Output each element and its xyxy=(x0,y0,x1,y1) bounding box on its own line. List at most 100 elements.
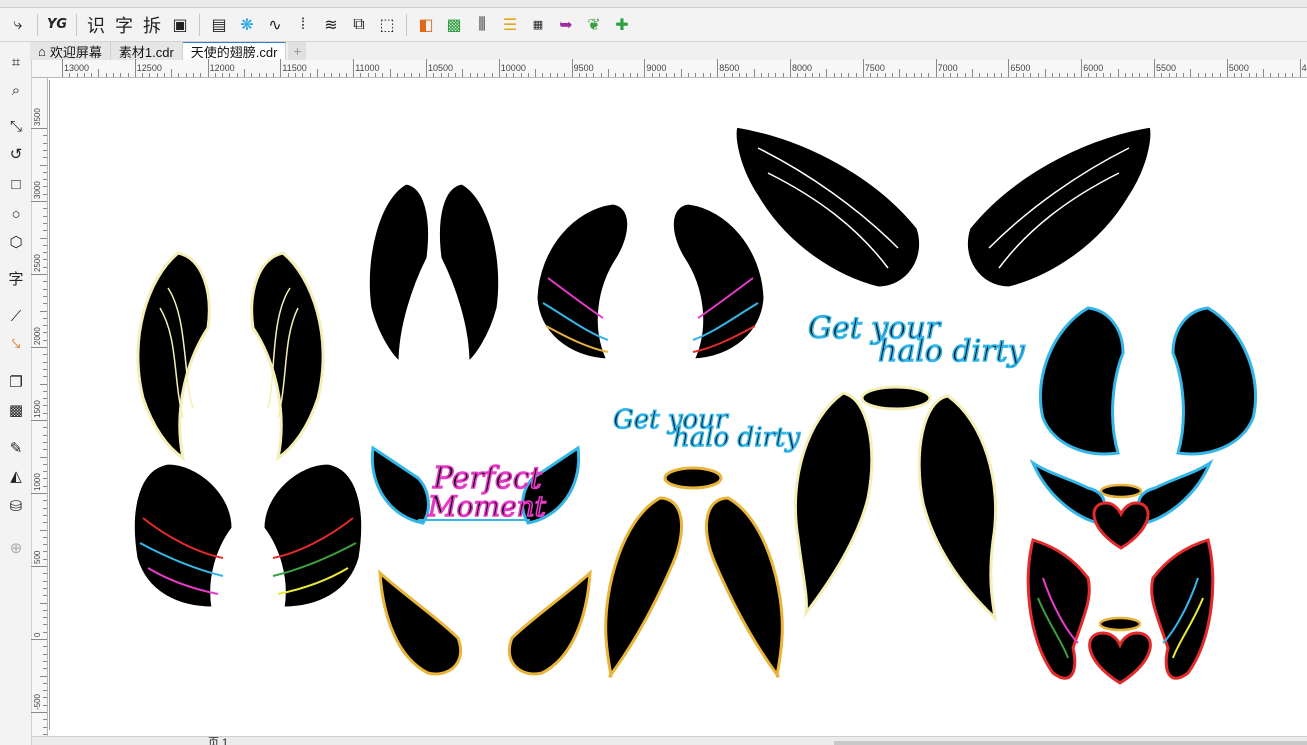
tab-material1[interactable]: 素材1.cdr xyxy=(110,42,183,60)
ruler-minor-tick xyxy=(40,456,47,458)
ruler-major-tick xyxy=(1154,59,1155,77)
shadow-tool-icon[interactable]: ❐ xyxy=(4,370,28,394)
ruler-label: 11000 xyxy=(355,63,380,73)
recognize-text-button[interactable]: 识 xyxy=(82,11,110,39)
halo-text-line2: halo dirty xyxy=(878,334,1026,369)
transparency-tool-icon[interactable]: ▩ xyxy=(4,398,28,422)
ruler-minor-tick xyxy=(120,73,122,77)
dots-grid-icon[interactable]: ▦ xyxy=(524,11,552,39)
ruler-minor-tick xyxy=(877,73,879,77)
ruler-label: 11500 xyxy=(282,63,307,73)
connector-tool-icon[interactable]: ⤥ xyxy=(4,332,28,356)
vertical-ruler[interactable]: 3500 3000 2500 2000 1500 1000 500 0 -500 xyxy=(31,78,48,745)
ruler-minor-tick xyxy=(43,449,47,451)
list-icon[interactable]: ☰ xyxy=(496,11,524,39)
page-tab[interactable]: 页 1 xyxy=(208,734,228,745)
ruler-minor-tick xyxy=(43,295,47,297)
horizontal-ruler[interactable]: 13000 12500 12000 11500 11000 10500 10000 9500 9… xyxy=(32,59,1307,78)
ruler-minor-tick xyxy=(1168,73,1170,77)
ruler-minor-tick xyxy=(43,704,47,706)
selection-box-icon[interactable]: ⬚ xyxy=(373,11,401,39)
align-nodes-icon[interactable]: ⁞ xyxy=(289,11,317,39)
split-button[interactable]: 拆 xyxy=(138,11,166,39)
color-blocks-icon[interactable]: ◧ xyxy=(412,11,440,39)
arrange-icon[interactable]: ⧉ xyxy=(345,11,373,39)
smart-fill-tool-icon[interactable]: ⛁ xyxy=(4,494,28,518)
ruler-minor-tick xyxy=(43,332,47,334)
ruler-minor-tick xyxy=(222,73,224,77)
curve-tool-icon[interactable]: ∿ xyxy=(261,11,289,39)
text-tool-icon[interactable]: 字 xyxy=(4,266,28,290)
toolbar-separator xyxy=(406,13,407,36)
bezier-tool-icon[interactable]: ⤡ xyxy=(4,114,28,138)
ruler-minor-tick xyxy=(43,186,47,188)
rainbow-wings-bottom-left xyxy=(131,461,365,610)
ruler-minor-tick xyxy=(1103,73,1105,77)
ruler-minor-tick xyxy=(688,73,690,77)
clipboard-icon[interactable]: ▣ xyxy=(166,11,194,39)
ruler-minor-tick xyxy=(1139,73,1141,77)
add-tool-icon[interactable]: ⊕ xyxy=(4,536,28,560)
corel-app-window: ⤷ YG 识 字 拆 ▣ ▤ ❋ ∿ ⁞ ≋ ⧉ ⬚ ◧ ▩ ⫼ ☰ ▦ ➥ ❦… xyxy=(0,0,1307,745)
polygon-tool-icon[interactable]: ⬡ xyxy=(4,230,28,254)
ruler-label: 13000 xyxy=(64,63,90,73)
moment-text: Moment xyxy=(427,490,547,523)
ruler-minor-tick xyxy=(724,73,726,77)
horizontal-scrollbar[interactable] xyxy=(834,741,1307,745)
drawing-canvas[interactable]: Get your halo dirty Get your halo dirty xyxy=(48,78,1307,736)
ruler-minor-tick xyxy=(43,244,47,246)
add-tab-button[interactable]: + xyxy=(288,42,307,60)
fill-tool-icon[interactable]: ◭ xyxy=(4,464,28,488)
document-icon[interactable]: ▤ xyxy=(205,11,233,39)
ruler-minor-tick xyxy=(760,73,762,77)
ruler-major-tick xyxy=(31,493,47,494)
ruler-minor-tick xyxy=(1066,73,1068,77)
tab-label: 欢迎屏幕 xyxy=(49,44,102,60)
yg-plugin-icon[interactable]: YG xyxy=(43,11,71,39)
character-button[interactable]: 字 xyxy=(110,11,138,39)
top-menu-strip xyxy=(0,0,1307,8)
ellipse-tool-icon[interactable]: ○ xyxy=(4,202,28,226)
rectangle-tool-icon[interactable]: □ xyxy=(4,172,28,196)
heart-wings-rainbow xyxy=(1026,538,1215,685)
line-tool-icon[interactable]: ⟋ xyxy=(4,304,28,328)
ruler-minor-tick xyxy=(564,73,566,77)
ruler-minor-tick xyxy=(43,135,47,137)
tab-angel-wings[interactable]: 天使的翅膀.cdr xyxy=(182,42,287,60)
text-align-icon[interactable]: ⫼ xyxy=(468,11,496,39)
ruler-minor-tick xyxy=(615,73,617,77)
image-icon[interactable]: ▩ xyxy=(440,11,468,39)
ruler-minor-tick xyxy=(1212,73,1214,77)
ruler-minor-tick xyxy=(1219,73,1221,77)
leaf-icon[interactable]: ❦ xyxy=(580,11,608,39)
ruler-major-tick xyxy=(426,59,427,77)
ruler-minor-tick xyxy=(43,668,47,670)
ruler-minor-tick xyxy=(43,660,47,662)
freehand-tool-icon[interactable]: ↺ xyxy=(4,142,28,166)
puzzle-icon[interactable]: ✚ xyxy=(608,11,636,39)
node-tool-icon[interactable]: ⤷ xyxy=(4,11,32,39)
ruler-minor-tick xyxy=(1241,73,1243,77)
ruler-label: 10500 xyxy=(428,63,454,73)
crop-tool-icon[interactable]: ⌗ xyxy=(4,50,28,74)
cream-wings xyxy=(136,251,325,462)
ruler-minor-tick xyxy=(43,471,47,473)
wave-lines-icon[interactable]: ≋ xyxy=(317,11,345,39)
tab-welcome[interactable]: ⌂ 欢迎屏幕 xyxy=(30,42,111,60)
ruler-minor-tick xyxy=(43,325,47,327)
ruler-minor-tick xyxy=(43,646,47,648)
ruler-minor-tick xyxy=(43,398,47,400)
grid-flower-icon[interactable]: ❋ xyxy=(233,11,261,39)
ruler-minor-tick xyxy=(43,463,47,465)
ruler-minor-tick xyxy=(43,193,47,195)
ruler-minor-tick xyxy=(40,383,47,385)
ruler-minor-tick xyxy=(549,73,551,77)
eyedropper-tool-icon[interactable]: ✎ xyxy=(4,436,28,460)
ruler-minor-tick xyxy=(43,631,47,633)
ruler-minor-tick xyxy=(819,73,821,77)
ruler-minor-tick xyxy=(236,73,238,77)
arrow-tool-icon[interactable]: ➥ xyxy=(552,11,580,39)
ruler-minor-tick xyxy=(294,73,296,77)
page-edge xyxy=(49,80,50,730)
zoom-tool-icon[interactable]: ⌕ xyxy=(4,78,28,102)
